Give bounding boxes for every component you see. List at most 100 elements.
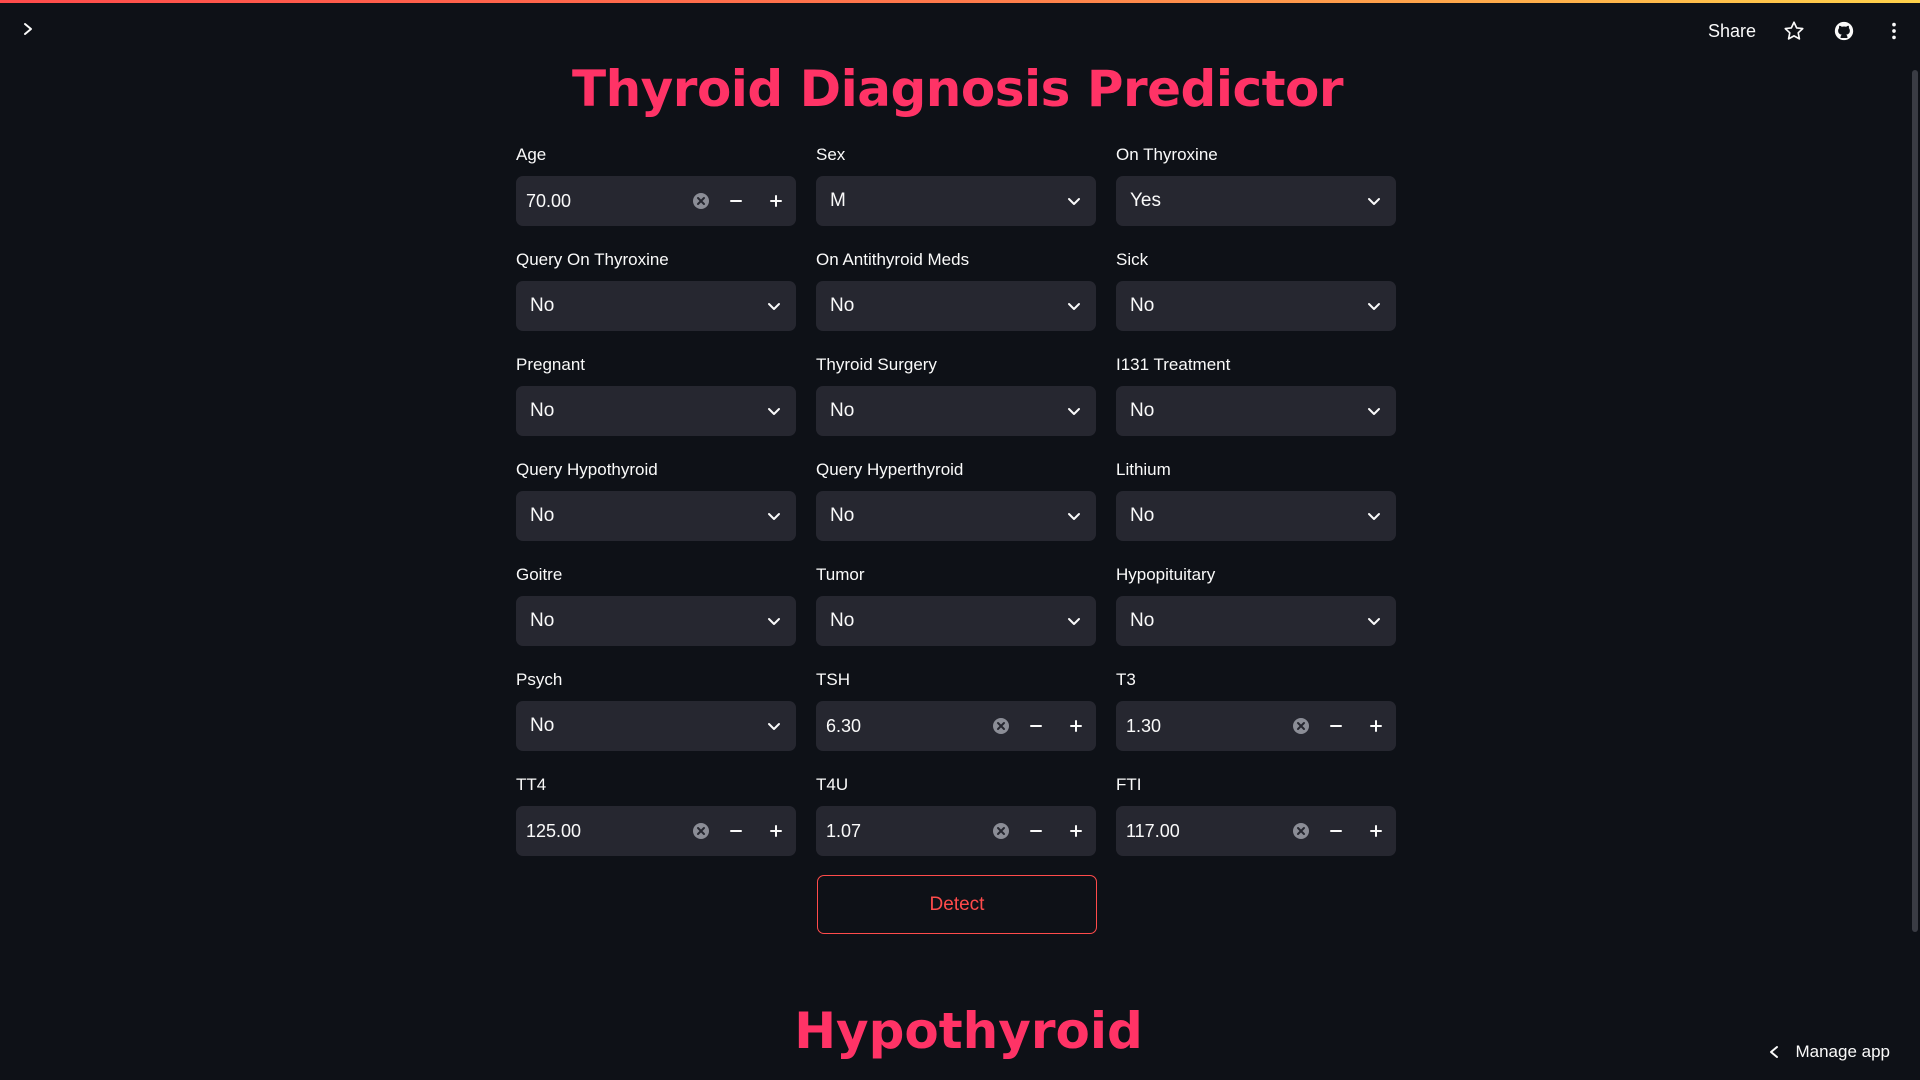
scrollbar-thumb[interactable]	[1912, 70, 1918, 932]
lithium-label: Lithium	[1116, 460, 1171, 479]
chevron-right-icon	[24, 23, 32, 35]
age-input[interactable]	[526, 190, 686, 212]
lithium-select[interactable]: No	[1116, 491, 1396, 541]
field-age: Age	[516, 144, 796, 249]
manage-app-button[interactable]: Manage app	[1767, 1040, 1890, 1064]
query-hypothyroid-selected-value: No	[530, 505, 555, 526]
query-hypothyroid-select[interactable]: No	[516, 491, 796, 541]
clear-icon[interactable]	[1286, 701, 1316, 751]
sex-label: Sex	[816, 145, 846, 164]
sick-select[interactable]: No	[1116, 281, 1396, 331]
field-query-hypothyroid: Query Hypothyroid No	[516, 459, 796, 564]
star-icon	[1784, 21, 1804, 40]
fti-number-input	[1116, 806, 1396, 856]
query-hypothyroid-label: Query Hypothyroid	[516, 460, 658, 479]
fti-decrement-button[interactable]	[1316, 806, 1356, 856]
field-tt4: TT4	[516, 774, 796, 879]
on-thyroxine-selected-value: Yes	[1130, 190, 1161, 211]
field-tumor: Tumor No	[816, 564, 1096, 669]
t4u-increment-button[interactable]	[1056, 806, 1096, 856]
sex-select[interactable]: M	[816, 176, 1096, 226]
pregnant-select[interactable]: No	[516, 386, 796, 436]
input-form-grid: Age Sex M On Thyroxine Yes Query On Thyroxine…	[516, 144, 1396, 879]
age-label: Age	[516, 145, 547, 164]
clear-icon[interactable]	[686, 176, 716, 226]
github-button[interactable]	[1832, 19, 1856, 43]
t4u-decrement-button[interactable]	[1016, 806, 1056, 856]
tumor-select[interactable]: No	[816, 596, 1096, 646]
chevron-down-icon	[766, 298, 782, 314]
fti-increment-button[interactable]	[1356, 806, 1396, 856]
field-t3: T3	[1116, 669, 1396, 774]
clear-icon[interactable]	[1286, 806, 1316, 856]
field-query-hyperthyroid: Query Hyperthyroid No	[816, 459, 1096, 564]
tsh-label: TSH	[816, 670, 850, 689]
thyroid-surgery-selected-value: No	[830, 400, 855, 421]
goitre-select[interactable]: No	[516, 596, 796, 646]
favorite-button[interactable]	[1782, 19, 1806, 43]
tt4-decrement-button[interactable]	[716, 806, 756, 856]
tumor-label: Tumor	[816, 565, 865, 584]
fti-label: FTI	[1116, 775, 1142, 794]
tsh-decrement-button[interactable]	[1016, 701, 1056, 751]
age-decrement-button[interactable]	[716, 176, 756, 226]
sick-selected-value: No	[1130, 295, 1155, 316]
tsh-input[interactable]	[826, 715, 986, 737]
field-fti: FTI	[1116, 774, 1396, 879]
pregnant-label: Pregnant	[516, 355, 585, 374]
query-hyperthyroid-selected-value: No	[830, 505, 855, 526]
main-menu-button[interactable]	[1882, 19, 1906, 43]
hypopituitary-selected-value: No	[1130, 610, 1155, 631]
query-hyperthyroid-label: Query Hyperthyroid	[816, 460, 964, 479]
chevron-down-icon	[1066, 508, 1082, 524]
field-sex: Sex M	[816, 144, 1096, 249]
chevron-down-icon	[1366, 613, 1382, 629]
detect-button[interactable]: Detect	[817, 875, 1097, 934]
share-button[interactable]: Share	[1708, 21, 1756, 42]
i131-treatment-select[interactable]: No	[1116, 386, 1396, 436]
chevron-down-icon	[1366, 508, 1382, 524]
scrollbar[interactable]	[1910, 70, 1920, 932]
sick-label: Sick	[1116, 250, 1149, 269]
tt4-input[interactable]	[526, 820, 686, 842]
page-title: Thyroid Diagnosis Predictor	[571, 60, 1344, 118]
clear-icon[interactable]	[986, 806, 1016, 856]
chevron-left-icon	[1770, 1046, 1779, 1058]
pregnant-selected-value: No	[530, 400, 555, 421]
t3-increment-button[interactable]	[1356, 701, 1396, 751]
psych-select[interactable]: No	[516, 701, 796, 751]
t4u-input[interactable]	[826, 820, 986, 842]
chevron-down-icon	[1366, 298, 1382, 314]
i131-treatment-label: I131 Treatment	[1116, 355, 1231, 374]
chevron-down-icon	[766, 508, 782, 524]
query-on-thyroxine-label: Query On Thyroxine	[516, 250, 669, 269]
field-pregnant: Pregnant No	[516, 354, 796, 459]
chevron-down-icon	[766, 718, 782, 734]
goitre-label: Goitre	[516, 565, 563, 584]
psych-label: Psych	[516, 670, 563, 689]
goitre-selected-value: No	[530, 610, 555, 631]
tsh-increment-button[interactable]	[1056, 701, 1096, 751]
fti-input[interactable]	[1126, 820, 1286, 842]
chevron-down-icon	[1066, 298, 1082, 314]
thyroid-surgery-select[interactable]: No	[816, 386, 1096, 436]
i131-treatment-selected-value: No	[1130, 400, 1155, 421]
field-sick: Sick No	[1116, 249, 1396, 354]
prediction-result: Hypothyroid	[794, 1002, 1143, 1060]
sidebar-toggle-button[interactable]	[16, 17, 40, 41]
t3-input[interactable]	[1126, 715, 1286, 737]
github-icon	[1834, 21, 1854, 41]
age-increment-button[interactable]	[756, 176, 796, 226]
hypopituitary-select[interactable]: No	[1116, 596, 1396, 646]
on-antithyroid-meds-select[interactable]: No	[816, 281, 1096, 331]
query-on-thyroxine-select[interactable]: No	[516, 281, 796, 331]
tt4-label: TT4	[516, 775, 547, 794]
on-thyroxine-label: On Thyroxine	[1116, 145, 1218, 164]
tsh-number-input	[816, 701, 1096, 751]
clear-icon[interactable]	[686, 806, 716, 856]
query-hyperthyroid-select[interactable]: No	[816, 491, 1096, 541]
on-thyroxine-select[interactable]: Yes	[1116, 176, 1396, 226]
t3-decrement-button[interactable]	[1316, 701, 1356, 751]
clear-icon[interactable]	[986, 701, 1016, 751]
tt4-increment-button[interactable]	[756, 806, 796, 856]
